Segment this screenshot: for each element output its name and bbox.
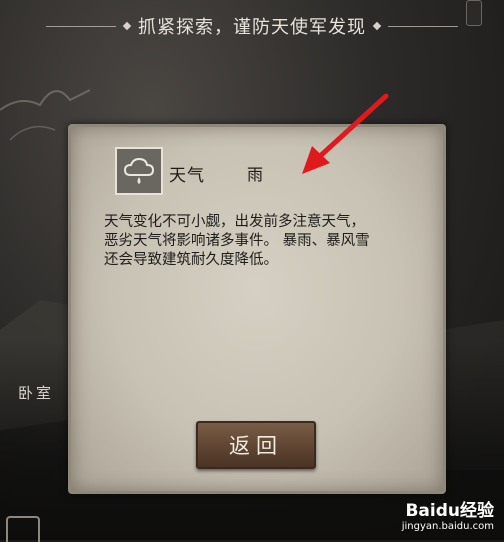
banner-ornament-left	[122, 21, 132, 31]
watermark-url: jingyan.baidu.com	[401, 521, 494, 532]
banner-divider-left	[46, 25, 116, 27]
back-button[interactable]: 返回	[196, 421, 316, 469]
description-line: 还会导致建筑耐久度降低。	[104, 252, 278, 268]
baidu-watermark: Baidu经验 jingyan.baidu.com	[402, 496, 494, 532]
lantern-icon	[466, 0, 482, 26]
description-line: 天气变化不可小觑，出发前多注意天气，	[104, 214, 365, 230]
banner-divider-right	[388, 25, 458, 27]
rain-cloud-glyph	[123, 157, 155, 184]
room-label[interactable]: 卧室	[18, 382, 54, 403]
top-banner: 抓紧探索，谨防天使军发现	[0, 0, 504, 52]
description-line: 恶劣天气将影响诸多事件。 暴雨、暴风雪	[104, 233, 370, 249]
banner-ornament-right	[372, 21, 382, 31]
rain-cloud-icon	[115, 147, 163, 195]
weather-value: 雨	[247, 165, 264, 184]
weather-title: 天气	[169, 166, 205, 186]
weather-description: 天气变化不可小觑，出发前多注意天气， 恶劣天气将影响诸多事件。 暴雨、暴风雪 还…	[104, 213, 424, 270]
banner-text: 抓紧探索，谨防天使军发现	[138, 17, 366, 38]
book-icon[interactable]	[6, 516, 40, 542]
watermark-logo: Baidu经验	[405, 501, 494, 521]
weather-info-dialog: 天气 雨 天气变化不可小觑，出发前多注意天气， 恶劣天气将影响诸多事件。 暴雨、…	[68, 124, 446, 494]
